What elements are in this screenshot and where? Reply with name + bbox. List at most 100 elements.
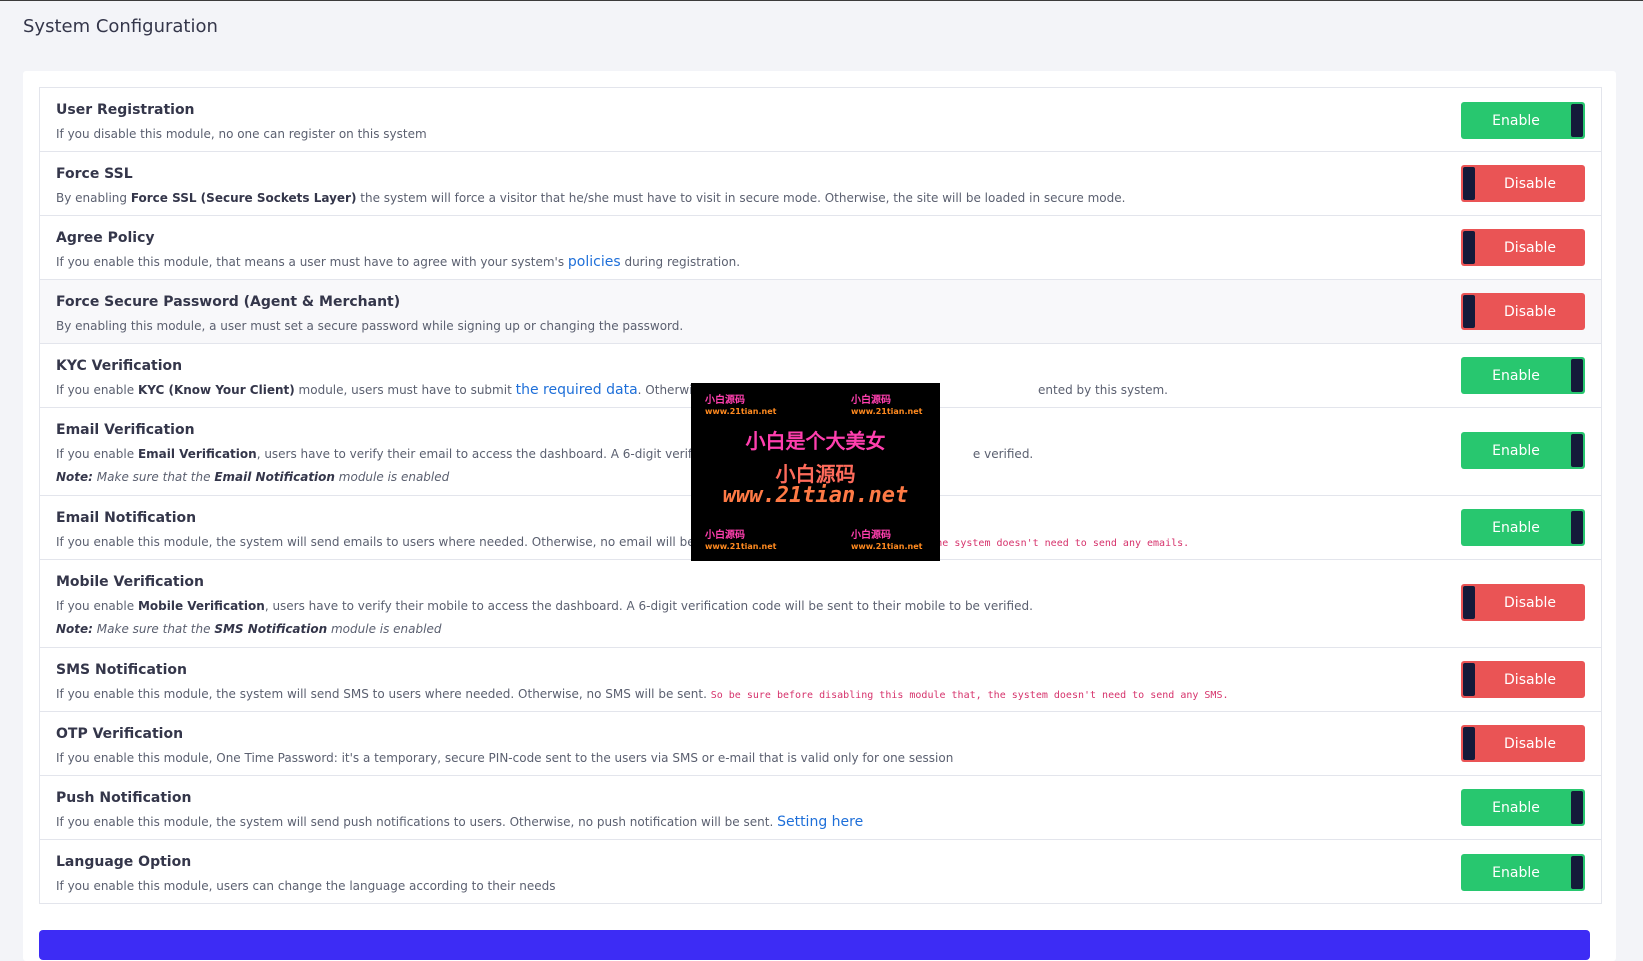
module-text-run: SMS Notification (214, 622, 328, 636)
module-title: Mobile Verification (56, 574, 205, 590)
toggle-knob (1571, 434, 1583, 467)
submit-button[interactable] (39, 930, 1590, 960)
disable-toggle[interactable]: Disable (1461, 229, 1585, 266)
toggle-label: Enable (1492, 442, 1540, 459)
module-description: If you enable this module, the system wi… (56, 813, 1431, 831)
module-text-run: the system will force a visitor that he/… (356, 191, 1126, 205)
enable-toggle[interactable]: Enable (1461, 789, 1585, 826)
module-text-run: e verified. (972, 447, 1034, 461)
enable-toggle[interactable]: Enable (1461, 432, 1585, 469)
toggle-label: Enable (1492, 799, 1540, 816)
watermark-corner-bl: 小白源码 www.21tian.net (705, 530, 777, 551)
module-row: Force Secure Password (Agent & Merchant)… (40, 280, 1601, 344)
module-title: OTP Verification (56, 726, 184, 742)
module-description: If you enable this module, users can cha… (56, 877, 1431, 895)
toggle-knob (1571, 856, 1583, 889)
module-text-run: module is enabled (327, 622, 442, 636)
module-text-run: If you enable this module, users can cha… (56, 879, 556, 893)
top-divider (0, 0, 1643, 1)
module-text-run: If you enable this module, One Time Pass… (56, 751, 954, 765)
module-text-run: If you enable this module, the system wi… (56, 815, 778, 829)
watermark-corner-br: 小白源码 www.21tian.net (851, 530, 923, 551)
module-text-run: If you enable this module, that means a … (56, 255, 568, 269)
module-description: By enabling Force SSL (Secure Sockets La… (56, 189, 1431, 207)
toggle-label: Enable (1492, 367, 1540, 384)
module-title: Language Option (56, 854, 192, 870)
toggle-label: Disable (1504, 735, 1556, 752)
module-description: By enabling this module, a user must set… (56, 317, 1431, 335)
module-text-run: So be sure before disabling this module … (710, 690, 1229, 701)
module-title: Force SSL (56, 166, 133, 182)
module-title: Force Secure Password (Agent & Merchant) (56, 294, 401, 310)
toggle-knob (1463, 727, 1475, 760)
enable-toggle[interactable]: Enable (1461, 102, 1585, 139)
module-text-run: module is enabled (334, 470, 450, 484)
module-text-run: If you enable (56, 599, 138, 613)
module-text-run: Force SSL (Secure Sockets Layer) (130, 191, 357, 205)
module-row: SMS Notification If you enable this modul… (40, 648, 1601, 712)
module-text-run: If you enable (56, 447, 138, 461)
toggle-label: Disable (1504, 175, 1556, 192)
watermark-main-line1: 小白是个大美女 (745, 429, 886, 453)
toggle-knob (1463, 663, 1475, 696)
enable-toggle[interactable]: Enable (1461, 509, 1585, 546)
toggle-label: Disable (1504, 594, 1556, 611)
module-text-run: ented by this system. (1038, 383, 1168, 397)
toggle-knob (1463, 167, 1475, 200)
module-description: If you enable Mobile Verification, users… (56, 597, 1431, 615)
toggle-knob (1463, 295, 1475, 328)
toggle-label: Enable (1492, 112, 1540, 129)
watermark-corner-tl: 小白源码 www.21tian.net (705, 395, 777, 416)
module-description: If you enable this module, the system wi… (56, 685, 1431, 705)
module-row: Push Notification If you enable this modu… (40, 776, 1601, 840)
module-title: Push Notification (56, 790, 192, 806)
module-text-run: By enabling (56, 191, 131, 205)
module-title: KYC Verification (56, 358, 183, 374)
disable-toggle[interactable]: Disable (1461, 293, 1585, 330)
watermark-overlay: 小白源码 www.21tian.net 小白源码 www.21tian.net 小白… (691, 383, 940, 561)
watermark-main-line3: www.21tian.net (722, 483, 909, 508)
toggle-label: Enable (1492, 864, 1540, 881)
disable-toggle[interactable]: Disable (1461, 725, 1585, 762)
enable-toggle[interactable]: Enable (1461, 357, 1585, 394)
disable-toggle[interactable]: Disable (1461, 165, 1585, 202)
module-text-run: module, users must have to submit (294, 383, 516, 397)
disable-toggle[interactable]: Disable (1461, 661, 1585, 698)
module-text-run: , users have to verify their email to ac… (256, 447, 703, 461)
module-text-run: Email Verification (137, 447, 257, 461)
toggle-label: Disable (1504, 239, 1556, 256)
module-text-run: Mobile Verification (137, 599, 265, 613)
module-text-run: during registration. (620, 255, 741, 269)
module-row: Mobile Verification If you enable Mobile … (40, 560, 1601, 648)
module-text-run: , users have to verify their mobile to a… (264, 599, 1033, 613)
enable-toggle[interactable]: Enable (1461, 854, 1585, 891)
page-title: System Configuration (23, 16, 218, 37)
module-row: Language Option If you enable this module… (40, 840, 1601, 904)
toggle-knob (1571, 791, 1583, 824)
toggle-label: Disable (1504, 303, 1556, 320)
module-text-run: If you enable this module, the system wi… (56, 535, 699, 549)
toggle-label: Enable (1492, 519, 1540, 536)
module-link[interactable]: the required data (516, 382, 638, 398)
module-link[interactable]: Setting here (777, 814, 863, 830)
module-description: If you enable this module, that means a … (56, 253, 1431, 271)
module-text-run: If you enable this module, the system wi… (56, 687, 711, 701)
module-row: User Registration If you disable this mod… (40, 88, 1601, 152)
module-row: Force SSL By enabling Force SSL (Secure S… (40, 152, 1601, 216)
module-title: Agree Policy (56, 230, 155, 246)
watermark-corner-tr: 小白源码 www.21tian.net (851, 395, 923, 416)
module-text-run: KYC (Know Your Client) (137, 383, 295, 397)
module-link[interactable]: policies (568, 254, 621, 270)
module-text-run: Note: (56, 470, 93, 484)
module-text-run: If you enable (56, 383, 138, 397)
toggle-knob (1463, 586, 1475, 619)
module-description: If you disable this module, no one can r… (56, 125, 1431, 143)
module-text-run: Make sure that the (92, 622, 215, 636)
toggle-knob (1571, 359, 1583, 392)
module-text-run: Make sure that the (92, 470, 215, 484)
module-title: SMS Notification (56, 662, 187, 678)
module-text-run: If you disable this module, no one can r… (56, 127, 427, 141)
module-text-run: Email Notification (214, 470, 335, 484)
toggle-label: Disable (1504, 671, 1556, 688)
disable-toggle[interactable]: Disable (1461, 584, 1585, 621)
